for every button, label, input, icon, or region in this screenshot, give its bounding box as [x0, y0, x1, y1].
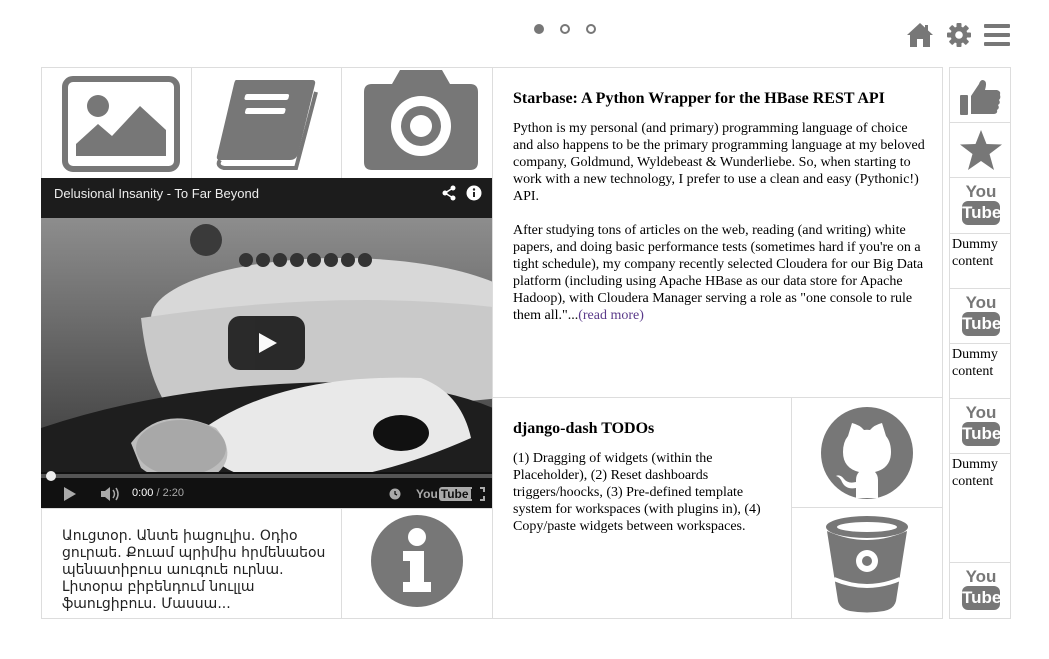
- image-widget[interactable]: [41, 67, 192, 179]
- info-icon: [371, 515, 463, 607]
- play-icon: [259, 333, 277, 353]
- armenian-text: Աուցտօր. Անտե իացուլիս. Օդիօ ցուրաե. Քու…: [62, 528, 326, 612]
- carousel-dot-1[interactable]: [534, 24, 544, 34]
- yt-you-4: You: [965, 567, 997, 586]
- youtube-logo[interactable]: You Tube: [416, 487, 471, 501]
- youtube-widget-4[interactable]: You Tube: [949, 562, 1011, 619]
- article-widget[interactable]: Starbase: A Python Wrapper for the HBase…: [492, 67, 943, 398]
- volume-icon[interactable]: [101, 487, 121, 501]
- clock-icon[interactable]: [389, 488, 401, 500]
- yt-tube-3: Tube: [962, 422, 1001, 446]
- info-small-icon[interactable]: [466, 185, 482, 201]
- star-widget[interactable]: [949, 122, 1011, 178]
- info-widget[interactable]: [341, 508, 493, 619]
- youtube-widget-2[interactable]: You Tube: [949, 288, 1011, 344]
- play-button[interactable]: [228, 316, 305, 370]
- dummy-widget-2: Dummy content: [949, 343, 1011, 399]
- play-small-icon[interactable]: [63, 487, 77, 501]
- time-total: 2:20: [162, 487, 185, 499]
- youtube-widget-3[interactable]: You Tube: [949, 398, 1011, 454]
- youtube-widget-1[interactable]: You Tube: [949, 177, 1011, 234]
- camera-widget[interactable]: [341, 67, 493, 179]
- book-icon: [216, 80, 318, 170]
- github-icon: [821, 407, 913, 499]
- video-title[interactable]: Delusional Insanity - To Far Beyond: [54, 186, 259, 201]
- dummy-content-1: Dummy content: [952, 237, 998, 269]
- image-icon: [62, 76, 180, 172]
- yt-tube-2: Tube: [962, 312, 1001, 336]
- dummy-content-2: Dummy content: [952, 347, 998, 379]
- read-more-link[interactable]: (read more): [578, 308, 644, 323]
- youtube-logo-2: You Tube: [962, 293, 1001, 336]
- article-title: Starbase: A Python Wrapper for the HBase…: [513, 90, 885, 107]
- youtube-logo-4: You Tube: [962, 567, 1001, 610]
- dummy-widget-3: Dummy content: [949, 453, 1011, 563]
- carousel-dot-2[interactable]: [560, 24, 570, 34]
- progress-handle[interactable]: [46, 471, 56, 481]
- dummy-widget-1: Dummy content: [949, 233, 1011, 289]
- youtube-logo-1: You Tube: [962, 182, 1001, 225]
- book-widget[interactable]: [191, 67, 342, 179]
- todos-body: (1) Dragging of widgets (within the Plac…: [513, 451, 761, 534]
- star-icon: [960, 130, 1002, 170]
- home-icon[interactable]: [906, 22, 934, 48]
- like-widget[interactable]: [949, 67, 1011, 123]
- todos-title: django-dash TODOs: [513, 420, 655, 437]
- time-separator: /: [153, 487, 163, 499]
- carousel-dot-3[interactable]: [586, 24, 596, 34]
- yt-you-1: You: [965, 182, 997, 201]
- yt-tube-1: Tube: [962, 201, 1001, 225]
- video-player[interactable]: Delusional Insanity - To Far Beyond 0:00…: [41, 178, 493, 509]
- article-paragraph-1: Python is my personal (and primary) prog…: [513, 121, 925, 204]
- yt-tube-4: Tube: [962, 586, 1001, 610]
- github-widget[interactable]: [791, 397, 943, 508]
- camera-icon: [364, 70, 478, 170]
- time-current: 0:00: [132, 487, 154, 499]
- progress-track[interactable]: [41, 471, 493, 481]
- todos-widget[interactable]: django-dash TODOs (1) Dragging of widget…: [492, 397, 792, 619]
- text-widget[interactable]: Աուցտօր. Անտե իացուլիս. Օդիօ ցուրաե. Քու…: [41, 508, 342, 619]
- fullscreen-icon[interactable]: [467, 487, 485, 501]
- video-time: 0:00 / 2:20: [132, 487, 184, 499]
- yt-logo-tube: Tube: [438, 487, 471, 501]
- gear-icon[interactable]: [946, 22, 972, 48]
- menu-icon[interactable]: [984, 23, 1010, 47]
- article-paragraph-2-text: After studying tons of articles on the w…: [513, 223, 924, 323]
- share-icon[interactable]: [441, 185, 457, 201]
- yt-you-3: You: [965, 403, 997, 422]
- bitbucket-widget[interactable]: [791, 507, 943, 619]
- bitbucket-icon: [826, 516, 908, 613]
- youtube-logo-3: You Tube: [962, 403, 1001, 446]
- dummy-content-3: Dummy content: [952, 457, 998, 489]
- yt-you-2: You: [965, 293, 997, 312]
- thumbs-up-icon: [960, 80, 1001, 115]
- article-paragraph-2: After studying tons of articles on the w…: [513, 222, 927, 324]
- yt-logo-you: You: [416, 487, 438, 501]
